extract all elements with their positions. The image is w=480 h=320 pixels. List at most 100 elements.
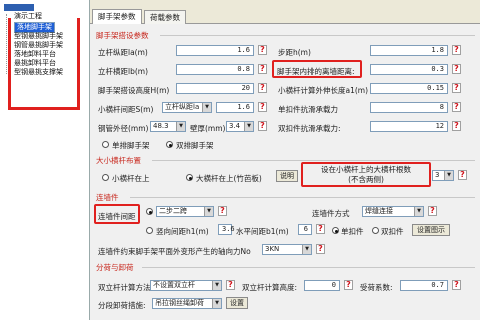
help-icon[interactable]: ? [452,102,461,112]
horizontal-spacing-input[interactable]: 6 [298,224,312,235]
axial-force-select[interactable]: 3KN ▼ [262,244,312,255]
help-icon[interactable]: ? [344,280,353,290]
chevron-down-icon: ▼ [202,103,211,112]
wall-thickness-select[interactable]: 3.4 ▼ [226,121,254,132]
section-divider [152,160,475,161]
single-clip-label: 单扣件 [341,227,364,236]
help-icon[interactable]: ? [452,121,461,131]
chevron-down-icon: ▼ [176,122,185,131]
help-icon[interactable]: ? [258,64,267,74]
single-row-label: 单排脚手架 [112,141,150,150]
spacing-preset-select[interactable]: 二步二跨 ▼ [156,206,214,217]
tab-scaffold-params[interactable]: 脚手架参数 [92,9,142,25]
lon-spacing-input[interactable]: 1.6 [176,45,254,56]
section-divider [142,267,475,268]
wall-tie-settings-button[interactable]: 设置图示 [412,224,450,236]
trans-spacing-input[interactable]: 0.8 [176,64,254,75]
main-panel: 脚手架搭设参数 立杆纵距la(m) 1.6 ? 步距h(m) 1.8 ? 立杆横… [90,24,480,320]
double-row-radio[interactable] [166,141,173,148]
double-method-label: 双立杆计算方法: [98,283,154,292]
wall-tie-spacing-label: 连墙件间距 [98,212,136,221]
single-slip-input[interactable]: 8 [370,102,448,113]
help-icon[interactable]: ? [452,45,461,55]
help-icon[interactable]: ? [258,45,267,55]
section-scaffold-title: 脚手架搭设参数 [96,31,149,40]
explain-button[interactable]: 说明 [276,170,298,182]
axial-force-label: 连墙件约束脚手架平面外变形产生的轴向力No [98,247,251,256]
wall-tie-type-label: 连墙件方式 [312,209,350,218]
bar-count-sublabel: (不含两侧) [348,175,384,184]
double-slip-label: 双扣件抗滑承载力: [278,124,341,133]
help-icon[interactable]: ? [226,280,235,290]
step-input[interactable]: 1.8 [370,45,448,56]
chevron-down-icon: ▼ [302,245,311,254]
small-spacing-label: 小横杆间距S(m) [98,105,154,114]
load-ratio-input[interactable]: 0.7 [400,280,448,291]
single-row-radio[interactable] [102,141,109,148]
height-input[interactable]: 20 [176,83,254,94]
section-divider [130,197,475,198]
lon-spacing-label: 立杆纵距la(m) [98,48,148,57]
help-icon[interactable]: ? [452,64,461,74]
bar-count-select[interactable]: 3 ▼ [432,170,454,181]
help-icon[interactable]: ? [218,206,227,216]
small-spacing-select[interactable]: 立杆纵距la ▼ [162,102,212,113]
overhang-label: 小横杆计算外伸长度a1(m) [278,86,369,95]
segment-unload-label: 分段卸荷措施: [98,301,146,310]
section-small-bar-title: 大小横杆布置 [96,156,141,165]
help-icon[interactable]: ? [458,170,467,180]
wall-thickness-label: 壁厚(mm) [190,124,226,133]
inner-gap-label: 脚手架内排的离墙距离: [277,67,355,76]
double-method-select[interactable]: 不设置双立杆 ▼ [150,280,222,291]
big-on-small-radio[interactable] [186,174,193,181]
double-clip-label: 双扣件 [381,227,404,236]
height-label: 脚手架搭设高度H(m) [98,86,170,95]
wall-tie-type-select[interactable]: 焊缝连接 ▼ [362,206,424,217]
help-icon[interactable]: ? [316,224,325,234]
step-label: 步距h(m) [278,48,311,57]
chevron-down-icon: ▼ [414,207,423,216]
help-icon[interactable]: ? [258,83,267,93]
custom-spacing-radio[interactable] [146,227,153,234]
help-icon[interactable]: ? [452,83,461,93]
overhang-input[interactable]: 0.15 [370,83,448,94]
spacing-preset-radio[interactable] [146,208,153,215]
chevron-down-icon: ▼ [212,299,221,308]
help-icon[interactable]: ? [452,280,461,290]
vertical-spacing-label: 竖向间距h1(m) [156,227,209,236]
small-on-big-radio[interactable] [102,174,109,181]
single-slip-label: 单扣件抗滑承载力 [278,105,338,114]
tab-load-params[interactable]: 荷载参数 [144,10,186,24]
segment-unload-select[interactable]: 吊拉钢丝绳卸荷 ▼ [152,298,222,309]
help-icon[interactable]: ? [428,206,437,216]
tree-connector [6,14,7,74]
vertical-spacing-input[interactable]: 3.6 [218,224,235,235]
bar-count-label: 设在小横杆上的大横杆根数 [321,165,411,174]
horizontal-spacing-label: 水平间距b1(m) [236,227,289,236]
chevron-down-icon: ▼ [244,122,253,131]
calc-height-label: 双立杆计算高度: [242,283,298,292]
project-tree: 演示工程 落地脚手架 型钢悬挑脚手架 钢管悬挑脚手架 落地卸料平台 悬挑卸料平台… [0,0,90,320]
double-clip-radio[interactable] [372,227,379,234]
calc-height-input[interactable]: 0 [304,280,340,291]
segment-settings-button[interactable]: 设置 [226,297,248,309]
tree-root-icon [4,4,34,11]
help-icon[interactable]: ? [258,121,267,131]
tab-bar: 脚手架参数 荷载参数 [90,0,480,25]
section-unload-title: 分荷与卸荷 [96,263,134,272]
single-clip-radio[interactable] [332,227,339,234]
chevron-down-icon: ▼ [444,171,453,180]
help-icon[interactable]: ? [258,102,267,112]
help-icon[interactable]: ? [316,244,325,254]
trans-spacing-label: 立杆横距lb(m) [98,67,149,76]
tree-highlight-box [8,18,80,110]
inner-gap-input[interactable]: 0.3 [370,64,448,75]
chevron-down-icon: ▼ [204,207,213,216]
double-slip-input[interactable]: 12 [370,121,448,132]
section-divider [160,35,475,36]
pipe-diameter-label: 钢管外径(mm) [98,124,149,133]
small-on-big-label: 小横杆在上 [112,174,150,183]
small-spacing-input[interactable]: 1.6 [216,102,254,113]
pipe-diameter-select[interactable]: 48.3 ▼ [150,121,186,132]
big-on-small-label: 大横杆在上(竹芭板) [196,174,262,183]
